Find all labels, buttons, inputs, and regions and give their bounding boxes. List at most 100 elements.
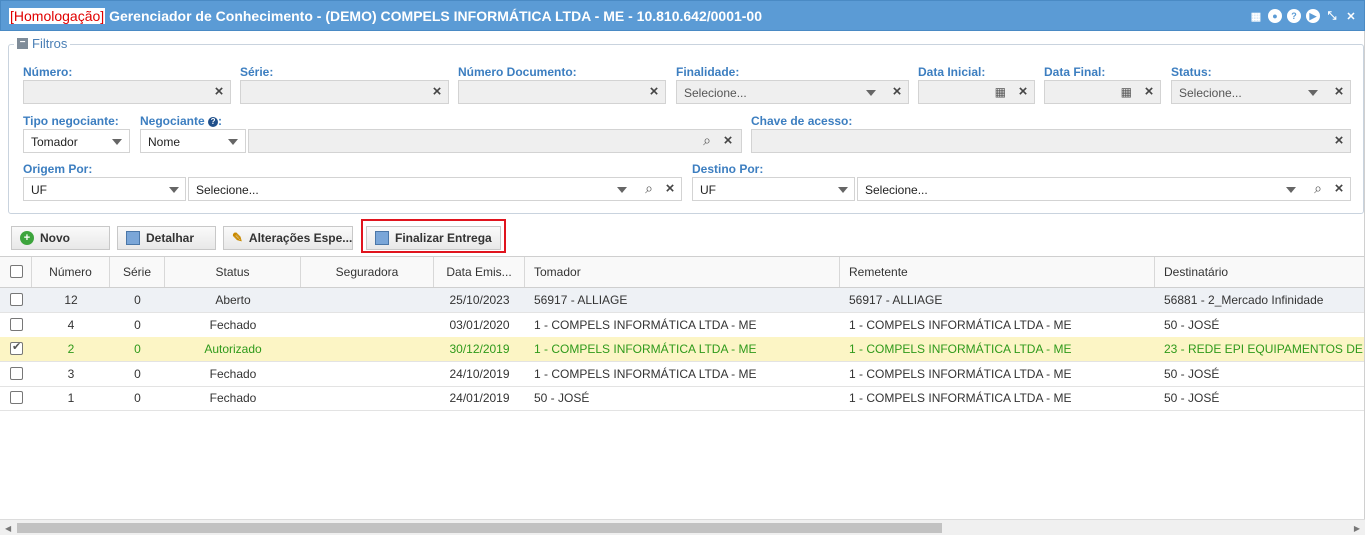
scroll-right-icon[interactable]: ▶ [1354,524,1360,533]
highlight-box [361,219,506,253]
cell-status: Fechado [209,366,257,381]
cell-status: Fechado [209,317,257,332]
select-all-checkbox[interactable] [10,265,23,278]
row-checkbox[interactable] [10,391,23,404]
negociante-field[interactable]: ⌕ × [248,129,742,153]
col-destinatario[interactable]: Destinatário [1155,257,1365,287]
chevron-down-icon[interactable] [617,187,627,193]
chevron-down-icon [112,139,122,145]
help-icon[interactable]: ? [1287,9,1301,23]
alteracoes-especiais-button[interactable]: ✎ Alterações Espe... [223,226,353,250]
row-checkbox[interactable] [10,366,23,380]
calendar-icon[interactable]: ▦ [1249,9,1263,23]
search-icon[interactable]: ⌕ [645,181,653,195]
clear-icon[interactable]: × [212,84,226,100]
destino-type-select[interactable]: UF [692,177,855,201]
data-inicial-label: Data Inicial: [918,65,986,79]
numero-documento-field[interactable]: × [458,80,666,104]
cell-seguradora [301,313,434,337]
table-row[interactable]: 1 0 Fechado 24/01/2019 50 - JOSÉ 1 - COMPELS … [0,386,1365,411]
search-icon[interactable]: ⌕ [1314,181,1322,195]
cell-destinatario: 56881 - 2_Mercado Infinidade [1164,293,1324,307]
chave-acesso-field[interactable]: × [751,129,1351,153]
data-inicial-field[interactable]: ▦ × [918,80,1035,104]
cell-destinatario: 23 - REDE EPI EQUIPAMENTOS DE S [1164,342,1365,356]
alteracoes-button-label: Alterações Espe... [248,231,353,245]
serie-label: Série: [240,65,274,79]
fullscreen-icon[interactable]: ⤡ [1325,9,1339,23]
clear-icon[interactable]: × [1332,181,1346,197]
scroll-thumb[interactable] [17,523,942,533]
cell-data-emissao: 24/10/2019 [449,366,510,381]
origem-type-value: UF [31,183,47,197]
chevron-down-icon [169,187,179,193]
tipo-negociante-select[interactable]: Tomador [23,129,130,153]
clear-icon[interactable]: × [663,181,677,197]
clear-icon[interactable]: × [890,84,904,100]
destino-value: Selecione... [865,183,928,197]
table-row[interactable]: 3 0 Fechado 24/10/2019 1 - COMPELS INFORMÁTI… [0,362,1365,387]
clear-icon[interactable]: × [1332,84,1346,100]
cell-status: Autorizado [204,342,262,356]
col-tomador[interactable]: Tomador [525,257,840,287]
chevron-down-icon[interactable] [1308,90,1318,96]
filters-legend[interactable]: − Filtros [14,36,71,51]
cell-tomador: 50 - JOSÉ [534,391,590,405]
search-icon[interactable]: ⌕ [703,133,711,147]
play-icon[interactable]: ▶ [1306,9,1320,23]
finalidade-select[interactable]: Selecione... × [676,80,909,104]
window-title-text: Gerenciador de Conhecimento - (DEMO) COM… [109,8,762,24]
clear-icon[interactable]: × [1016,84,1030,100]
close-icon[interactable]: ✕ [1344,9,1358,23]
row-checkbox[interactable] [10,317,23,331]
clear-icon[interactable]: × [430,84,444,100]
destino-select[interactable]: Selecione... ⌕ × [857,177,1351,201]
novo-button[interactable]: + Novo [11,226,110,250]
clear-icon[interactable]: × [647,84,661,100]
table-row[interactable]: 12 0 Aberto 25/10/2023 56917 - ALLIAGE 56917 … [0,288,1365,313]
data-final-field[interactable]: ▦ × [1044,80,1161,104]
results-grid: Número Série Status Seguradora Data Emis… [0,256,1365,538]
window-title: [Homologação] Gerenciador de Conheciment… [9,8,762,24]
tipo-negociante-label: Tipo negociante: [23,114,119,128]
chevron-down-icon[interactable] [866,90,876,96]
table-row[interactable]: 4 0 Fechado 03/01/2020 1 - COMPELS INFORMÁTI… [0,313,1365,338]
col-serie[interactable]: Série [110,257,165,287]
cell-destinatario: 50 - JOSÉ [1164,391,1220,405]
negociante-label: Negociante ?: [140,114,223,128]
negociante-type-select[interactable]: Nome [140,129,246,153]
col-numero[interactable]: Número [32,257,110,287]
status-label: Status: [1171,65,1212,79]
status-select[interactable]: Selecione... × [1171,80,1351,104]
chevron-down-icon[interactable] [1286,187,1296,193]
help-icon[interactable]: ? [208,117,219,127]
cell-tomador: 1 - COMPELS INFORMÁTICA LTDA - ME [534,317,757,332]
col-seguradora[interactable]: Seguradora [301,257,434,287]
calendar-icon[interactable]: ▦ [1121,85,1132,99]
row-checkbox[interactable] [10,293,23,306]
cell-tomador: 1 - COMPELS INFORMÁTICA LTDA - ME [534,366,757,381]
filters-legend-label: Filtros [32,36,68,51]
numero-field[interactable]: × [23,80,231,104]
clear-icon[interactable]: × [721,133,735,149]
destino-label: Destino Por: [692,162,764,176]
horizontal-scrollbar[interactable]: ◀ ▶ [0,519,1365,535]
col-data-emissao[interactable]: Data Emis... [434,257,525,287]
serie-field[interactable]: × [240,80,449,104]
origem-select[interactable]: Selecione... ⌕ × [188,177,682,201]
clear-icon[interactable]: × [1142,84,1156,100]
row-checkbox[interactable] [10,340,23,355]
data-final-label: Data Final: [1044,65,1106,79]
col-remetente[interactable]: Remetente [840,257,1155,287]
origem-type-select[interactable]: UF [23,177,186,201]
detalhar-button[interactable]: Detalhar [117,226,216,250]
collapse-icon[interactable]: − [17,38,28,49]
clear-icon[interactable]: × [1332,133,1346,149]
scroll-left-icon[interactable]: ◀ [5,524,11,533]
col-status[interactable]: Status [165,257,301,287]
finalidade-label: Finalidade: [676,65,740,79]
calendar-icon[interactable]: ▦ [995,85,1006,99]
record-icon[interactable]: ● [1268,9,1282,23]
table-row[interactable]: 2 0 Autorizado 30/12/2019 1 - COMPELS INFORM… [0,337,1365,362]
add-icon: + [20,231,34,245]
